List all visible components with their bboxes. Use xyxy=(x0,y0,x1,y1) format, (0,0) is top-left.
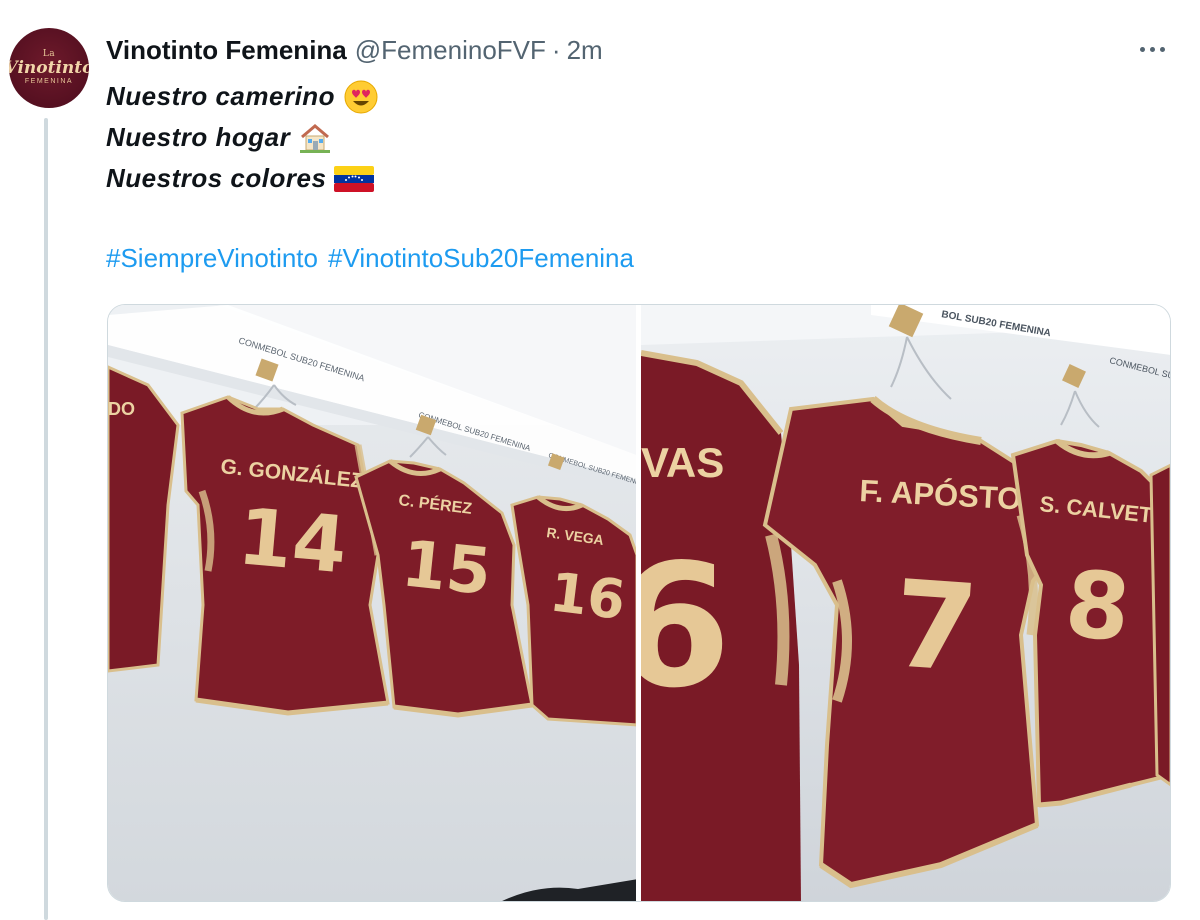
tweet-line-text: Nuestro camerino xyxy=(106,81,336,111)
avatar[interactable]: La Vinotinto FEMENINA xyxy=(9,28,89,108)
jersey-number: 7 xyxy=(889,555,982,699)
jersey-name: DO xyxy=(108,399,135,419)
author-name[interactable]: Vinotinto Femenina xyxy=(106,35,347,66)
jersey-number: 15 xyxy=(398,527,494,610)
tweet-line: Nuestro camerino xyxy=(106,76,379,117)
avatar-logo-bottom: FEMENINA xyxy=(24,78,74,85)
venezuela-flag-emoji-icon xyxy=(334,165,375,193)
jersey-number: 14 xyxy=(234,492,350,591)
more-dot-icon xyxy=(1159,46,1165,52)
tweet-header: Vinotinto Femenina @FemeninoFVF · 2m xyxy=(106,30,603,70)
media-photo-left[interactable]: CONMEBOL SUB20 FEMENINA CONMEBOL SUB20 F… xyxy=(108,305,636,901)
tweet-line: Nuestro hogar xyxy=(106,117,379,158)
jersey-number: 8 xyxy=(1061,550,1134,662)
author-handle[interactable]: @FemeninoFVF xyxy=(355,35,546,66)
tweet-line: Nuestros colores xyxy=(106,158,379,199)
hashtag-link[interactable]: #SiempreVinotinto xyxy=(106,243,318,273)
tweet-line-text: Nuestro hogar xyxy=(106,122,291,152)
avatar-logo-main: Vinotinto xyxy=(9,58,89,78)
heart-eyes-emoji-icon xyxy=(343,79,379,115)
separator-dot: · xyxy=(551,34,561,65)
house-emoji-icon xyxy=(298,121,332,155)
hashtag-link[interactable]: #VinotintoSub20Femenina xyxy=(328,243,634,273)
hashtags: #SiempreVinotinto #VinotintoSub20Femenina xyxy=(106,238,644,278)
jersey-name: VAS xyxy=(641,439,724,486)
more-dot-icon xyxy=(1149,46,1155,52)
more-dot-icon xyxy=(1139,46,1145,52)
tweet-text: Nuestro camerino Nuestro hogar Nuestros … xyxy=(106,76,379,199)
media-photo-right[interactable]: BOL SUB20 FEMENINA CONMEBOL SUB VAS 6 F.… xyxy=(641,305,1170,901)
timestamp[interactable]: 2m xyxy=(567,35,603,66)
tweet-media: CONMEBOL SUB20 FEMENINA CONMEBOL SUB20 F… xyxy=(107,304,1171,902)
more-options-button[interactable] xyxy=(1132,36,1172,62)
jersey-number: 16 xyxy=(546,560,628,632)
tweet-line-text: Nuestros colores xyxy=(106,163,327,193)
thread-line xyxy=(44,118,48,920)
jersey-number: 6 xyxy=(641,528,731,726)
